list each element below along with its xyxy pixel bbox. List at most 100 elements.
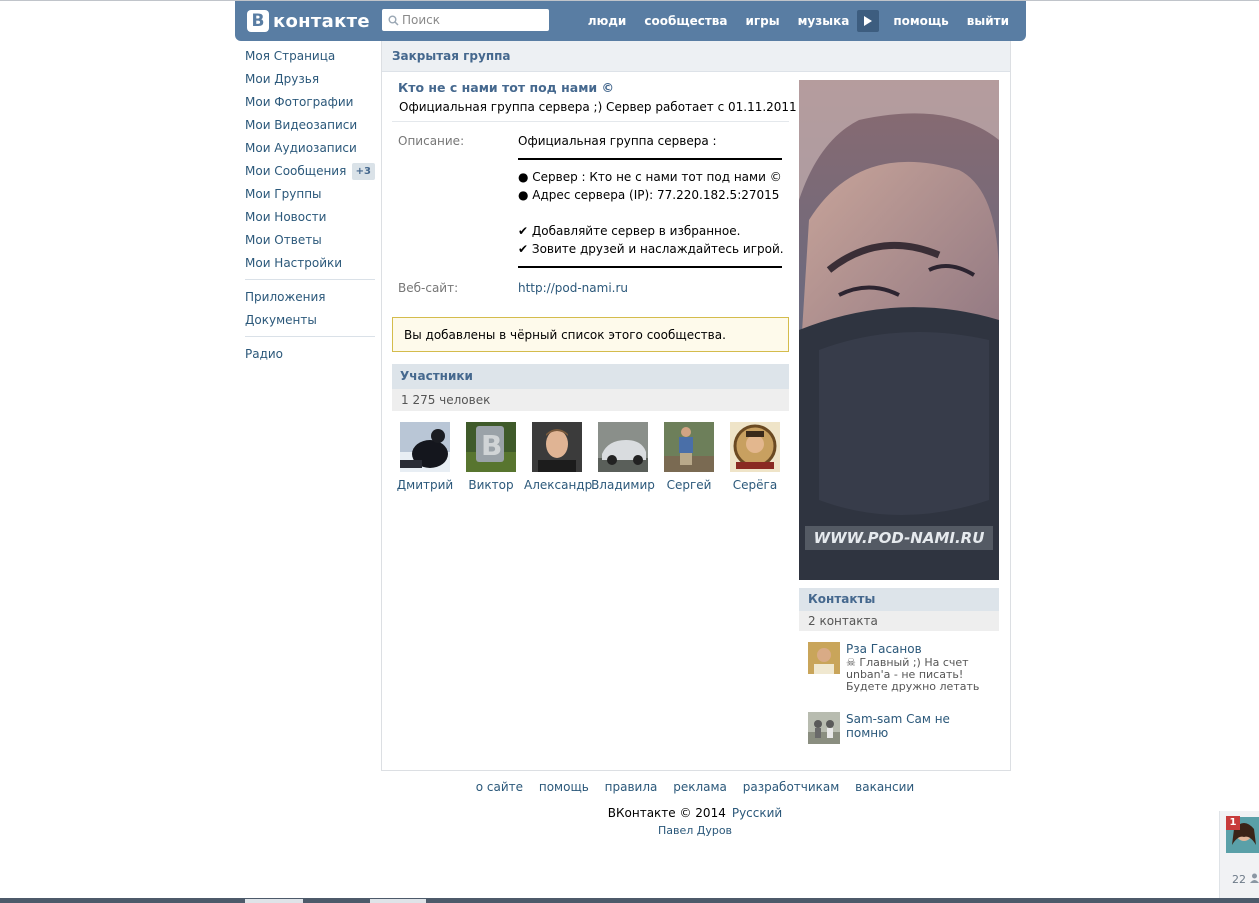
menu-label[interactable]: Приложения	[245, 290, 326, 304]
group-name: Кто не с нами тот под нами ©	[398, 80, 615, 95]
nav-music[interactable]: музыка	[798, 14, 850, 28]
user-icon	[1249, 873, 1259, 883]
member-name[interactable]: Сергей	[656, 478, 722, 492]
member-item[interactable]: Владимир	[590, 422, 656, 492]
contact-name[interactable]: Рза Гасанов	[846, 642, 922, 656]
menu-label[interactable]: Мои Новости	[245, 210, 326, 224]
member-avatar[interactable]	[664, 422, 714, 472]
online-count-value: 22	[1232, 873, 1246, 886]
music-play-button[interactable]	[857, 10, 880, 32]
contact-avatar[interactable]	[808, 712, 840, 744]
nav-help[interactable]: помощь	[893, 14, 948, 28]
search-box	[382, 9, 549, 31]
member-avatar[interactable]	[532, 422, 582, 472]
vk-logo-icon: В	[247, 10, 269, 32]
left-menu: Моя Страница Мои Друзья Мои Фотографии М…	[245, 47, 375, 368]
contact-name[interactable]: Sam-sam Сам не помню	[846, 712, 986, 740]
description-rule	[518, 266, 782, 268]
search-input[interactable]	[399, 10, 542, 30]
search-icon	[388, 15, 399, 26]
contacts-header[interactable]: Контакты	[799, 588, 999, 611]
footer-link-ads[interactable]: реклама	[673, 780, 727, 794]
contact-avatar[interactable]	[808, 642, 840, 674]
member-avatar[interactable]	[400, 422, 450, 472]
member-item[interactable]: Александр	[524, 422, 592, 492]
menu-label[interactable]: Мои Ответы	[245, 233, 322, 247]
menu-item-my-page[interactable]: Моя Страница	[245, 47, 375, 70]
footer-link-about[interactable]: о сайте	[476, 780, 523, 794]
menu-item-audio[interactable]: Мои Аудиозаписи	[245, 139, 375, 162]
footer-link-rules[interactable]: правила	[605, 780, 658, 794]
menu-divider	[245, 279, 375, 280]
menu-label[interactable]: Радио	[245, 347, 283, 361]
svg-text:B: B	[481, 429, 502, 462]
member-avatar[interactable]	[598, 422, 648, 472]
menu-label[interactable]: Мои Аудиозаписи	[245, 141, 357, 155]
language-link[interactable]: Русский	[732, 806, 782, 820]
menu-label[interactable]: Мои Фотографии	[245, 95, 353, 109]
menu-item-radio[interactable]: Радио	[245, 345, 375, 368]
taskbar-tab[interactable]	[370, 899, 426, 903]
cover-watermark: WWW.POD-NAMI.RU	[814, 529, 985, 547]
menu-item-apps[interactable]: Приложения	[245, 288, 375, 311]
members-count[interactable]: 1 275 человек	[392, 389, 789, 411]
menu-item-groups[interactable]: Мои Группы	[245, 185, 375, 208]
member-avatar[interactable]: B	[466, 422, 516, 472]
divider	[392, 121, 789, 122]
menu-item-answers[interactable]: Мои Ответы	[245, 231, 375, 254]
contact-description: ☠ Главный ;) На счет unban'a - не писать…	[846, 657, 980, 693]
menu-item-friends[interactable]: Мои Друзья	[245, 70, 375, 93]
taskbar-edge	[0, 898, 1259, 903]
member-name[interactable]: Дмитрий	[392, 478, 458, 492]
nav-logout[interactable]: выйти	[967, 14, 1009, 28]
menu-label[interactable]: Мои Настройки	[245, 256, 342, 270]
members-header[interactable]: Участники	[392, 364, 789, 389]
description-line: ● Сервер : Кто не с нами тот под нами ©	[518, 170, 782, 184]
menu-label[interactable]: Мои Группы	[245, 187, 322, 201]
member-item[interactable]: Сергей	[656, 422, 722, 492]
menu-item-settings[interactable]: Мои Настройки	[245, 254, 375, 277]
menu-label[interactable]: Мои Друзья	[245, 72, 319, 86]
online-count[interactable]: 22	[1232, 873, 1259, 886]
menu-item-photos[interactable]: Мои Фотографии	[245, 93, 375, 116]
description-line: Официальная группа сервера :	[518, 134, 717, 148]
footer-link-developers[interactable]: разработчикам	[743, 780, 840, 794]
menu-label[interactable]: Мои Сообщения	[245, 164, 346, 178]
group-cover-image[interactable]: WWW.POD-NAMI.RU	[799, 80, 999, 580]
group-status: Официальная группа сервера ;) Сервер раб…	[399, 100, 811, 114]
member-item[interactable]: Серёга	[722, 422, 788, 492]
menu-label[interactable]: Мои Видеозаписи	[245, 118, 357, 132]
nav-people[interactable]: люди	[588, 14, 627, 28]
member-item[interactable]: B Виктор	[458, 422, 524, 492]
menu-item-documents[interactable]: Документы	[245, 311, 375, 334]
vk-logo-text: контакте	[273, 10, 370, 32]
nav-communities[interactable]: сообщества	[644, 14, 727, 28]
messages-count-badge[interactable]: +3	[351, 163, 375, 180]
copyright-text: ВКонтакте © 2014	[607, 806, 726, 820]
menu-item-messages[interactable]: Мои Сообщения +3	[245, 162, 375, 185]
member-name[interactable]: Владимир	[590, 478, 656, 492]
menu-item-videos[interactable]: Мои Видеозаписи	[245, 116, 375, 139]
member-item[interactable]: Дмитрий	[392, 422, 458, 492]
member-name[interactable]: Серёга	[722, 478, 788, 492]
website-link[interactable]: http://pod-nami.ru	[518, 281, 628, 295]
footer-author[interactable]: Павел Дуров	[381, 824, 1009, 837]
play-icon	[864, 16, 873, 26]
vk-logo[interactable]: В контакте	[247, 9, 370, 33]
menu-item-news[interactable]: Мои Новости	[245, 208, 375, 231]
chat-widget[interactable]: 1 22	[1219, 811, 1259, 901]
page-title: Закрытая группа	[382, 41, 1010, 72]
menu-label[interactable]: Документы	[245, 313, 317, 327]
member-avatar[interactable]	[730, 422, 780, 472]
menu-label[interactable]: Моя Страница	[245, 49, 335, 63]
unread-badge: 1	[1226, 816, 1240, 830]
member-name[interactable]: Александр	[524, 478, 592, 492]
taskbar-tab[interactable]	[245, 899, 303, 903]
footer-link-help[interactable]: помощь	[539, 780, 589, 794]
description-label: Описание:	[398, 134, 465, 148]
contacts-count: 2 контакта	[799, 611, 999, 631]
member-name[interactable]: Виктор	[458, 478, 524, 492]
nav-games[interactable]: игры	[746, 14, 780, 28]
top-header: В контакте люди сообщества игры музыка п…	[235, 1, 1026, 41]
footer-link-jobs[interactable]: вакансии	[855, 780, 914, 794]
